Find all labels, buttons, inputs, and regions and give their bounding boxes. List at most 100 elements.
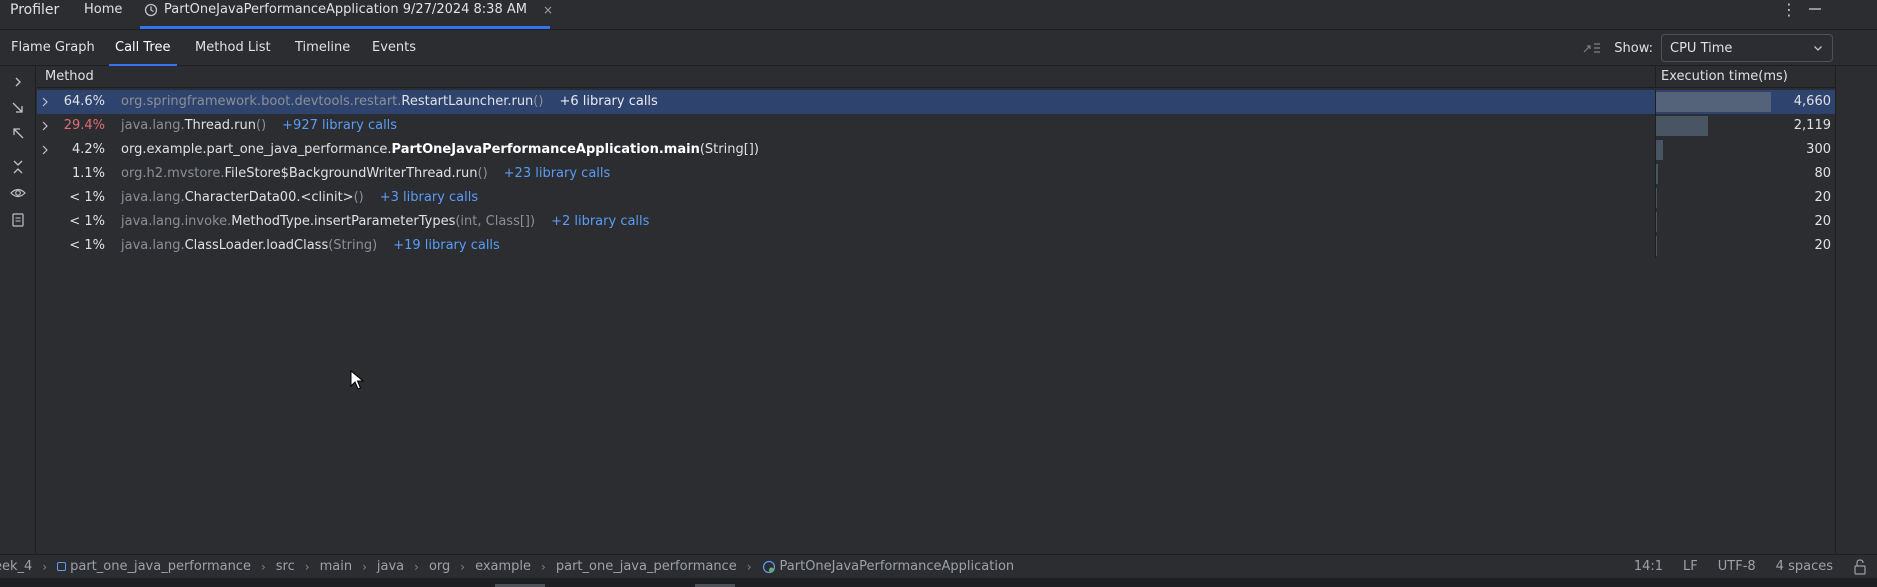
table-row[interactable]: 1.1% org.h2.mvstore.FileStore$BackgroundW… (37, 162, 1835, 186)
profiler-title-bar: Profiler Home PartOneJavaPerformanceAppl… (0, 0, 1877, 30)
column-header-execution-time[interactable]: Execution time(ms) (1661, 66, 1788, 88)
execution-time-bar (1656, 236, 1657, 256)
row-percentage: 1.1% (71, 166, 105, 181)
breadcrumb-item[interactable]: org (429, 555, 450, 579)
method-args: () (353, 190, 364, 205)
tab-home[interactable]: Home (84, 0, 122, 20)
expand-icon[interactable] (9, 73, 27, 91)
breadcrumb: eek_4 › part_one_java_performance › src › main… (0, 555, 1014, 579)
collapse-all-icon[interactable] (9, 158, 27, 176)
minimize-icon[interactable] (1808, 2, 1822, 16)
document-icon[interactable] (9, 211, 27, 229)
method-args: (int, Class[]) (455, 214, 536, 229)
breadcrumb-label: part_one_java_performance (70, 559, 251, 574)
method-name: FileStore$BackgroundWriterThread.run (224, 166, 478, 181)
navigate-back-icon[interactable] (9, 124, 27, 142)
method-package: java.lang.invoke. (121, 214, 232, 229)
library-calls-link[interactable]: +23 library calls (504, 166, 611, 181)
lock-icon[interactable] (1853, 555, 1867, 579)
call-tree-rows: 64.6% org.springframework.boot.devtools.r… (37, 90, 1835, 258)
library-calls-link[interactable]: +3 library calls (380, 190, 478, 205)
breadcrumb-label: java (376, 559, 405, 574)
row-percentage: < 1% (69, 238, 105, 253)
expand-row-icon[interactable] (39, 90, 51, 114)
table-row[interactable]: 64.6% org.springframework.boot.devtools.r… (37, 90, 1835, 114)
caret-position[interactable]: 14:1 (1634, 555, 1663, 579)
status-right-info: 14:1 LF UTF-8 4 spaces (1634, 555, 1867, 579)
line-ending[interactable]: LF (1683, 555, 1698, 579)
row-percentage: 64.6% (63, 94, 105, 109)
tab-events[interactable]: Events (372, 30, 416, 66)
column-header-method[interactable]: Method (45, 66, 94, 88)
execution-time-bar (1656, 116, 1708, 136)
profiler-title: Profiler (10, 2, 60, 18)
breadcrumb-separator: › (460, 560, 466, 574)
library-calls-link[interactable]: +19 library calls (393, 238, 500, 253)
method-name: ClassLoader.loadClass (184, 238, 329, 253)
row-percentage: 29.4% (63, 118, 105, 133)
execution-time-value: 20 (1814, 190, 1831, 205)
eye-icon[interactable] (9, 184, 27, 202)
library-calls-link[interactable]: +6 library calls (559, 94, 657, 109)
row-method: java.lang.CharacterData00.<clinit>() +3 l… (121, 186, 478, 210)
row-method: java.lang.ClassLoader.loadClass(String) +… (121, 234, 500, 258)
expand-row-icon[interactable] (39, 138, 51, 162)
breadcrumb-separator: › (541, 560, 546, 574)
execution-time-bar (1656, 212, 1657, 232)
execution-time-value: 20 (1814, 238, 1831, 253)
row-method: org.example.part_one_java_performance.Pa… (121, 138, 759, 162)
breadcrumb-label: part_one_java_performance (555, 559, 737, 574)
navigate-into-icon[interactable] (9, 99, 27, 117)
breadcrumb-item[interactable]: PartOneJavaPerformanceApplication (762, 555, 1015, 579)
status-bar: eek_4 › part_one_java_performance › src › main… (0, 554, 1877, 578)
breadcrumb-item[interactable]: example (475, 555, 531, 579)
table-row[interactable]: < 1% java.lang.invoke.MethodType.insertPa… (37, 210, 1835, 234)
breadcrumb-label: main (319, 559, 353, 574)
row-method: java.lang.Thread.run() +927 library calls (121, 114, 397, 138)
breadcrumb-label: PartOneJavaPerformanceApplication (779, 559, 1015, 574)
breadcrumb-separator: › (746, 560, 752, 574)
tab-profiler-session[interactable]: PartOneJavaPerformanceApplication 9/27/2… (144, 0, 553, 20)
breadcrumb-label: src (275, 559, 295, 574)
execution-time-cell: 20 (1655, 210, 1835, 234)
tab-flame-graph[interactable]: Flame Graph (11, 30, 95, 66)
row-method: java.lang.invoke.MethodType.insertParame… (121, 210, 649, 234)
method-name: PartOneJavaPerformanceApplication.main (391, 142, 700, 157)
show-label: Show: (1614, 40, 1653, 56)
breadcrumb-item[interactable]: main (320, 555, 352, 579)
method-args: () (533, 94, 544, 109)
breadcrumb-item[interactable]: part_one_java_performance (556, 555, 737, 579)
table-row[interactable]: < 1% java.lang.CharacterData00.<clinit>()… (37, 186, 1835, 210)
table-row[interactable]: < 1% java.lang.ClassLoader.loadClass(Stri… (37, 234, 1835, 258)
table-row[interactable]: 4.2% org.example.part_one_java_performanc… (37, 138, 1835, 162)
table-row[interactable]: 29.4% java.lang.Thread.run() +927 library … (37, 114, 1835, 138)
tab-method-list[interactable]: Method List (195, 30, 271, 66)
session-tab-label: PartOneJavaPerformanceApplication 9/27/2… (164, 2, 527, 17)
expand-row-icon[interactable] (39, 114, 51, 138)
method-package: java.lang. (121, 190, 185, 205)
execution-time-cell: 4,660 (1655, 90, 1835, 114)
execution-time-value: 80 (1814, 166, 1831, 181)
breadcrumb-item[interactable]: eek_4 (0, 555, 32, 579)
more-options-icon[interactable]: ⋮ (1781, 0, 1797, 20)
merge-callees-icon[interactable] (1582, 40, 1602, 56)
method-args: () (477, 166, 488, 181)
breadcrumb-item[interactable]: java (377, 555, 404, 579)
execution-time-cell: 80 (1655, 162, 1835, 186)
show-metric-dropdown[interactable]: CPU Time (1661, 34, 1833, 62)
method-package: org.h2.mvstore. (121, 166, 225, 181)
breadcrumb-item[interactable]: src (276, 555, 295, 579)
row-percentage: < 1% (69, 214, 105, 229)
indent-setting[interactable]: 4 spaces (1776, 555, 1833, 579)
close-tab-icon[interactable]: × (543, 0, 553, 20)
bottom-strip (0, 578, 1877, 587)
execution-time-cell: 20 (1655, 186, 1835, 210)
method-package: java.lang. (121, 118, 185, 133)
profiler-session-icon (144, 3, 158, 17)
tab-timeline[interactable]: Timeline (295, 30, 350, 66)
library-calls-link[interactable]: +927 library calls (282, 118, 397, 133)
breadcrumb-item[interactable]: part_one_java_performance (57, 555, 251, 579)
library-calls-link[interactable]: +2 library calls (551, 214, 649, 229)
tab-call-tree[interactable]: Call Tree (109, 30, 176, 66)
file-encoding[interactable]: UTF-8 (1718, 555, 1756, 579)
